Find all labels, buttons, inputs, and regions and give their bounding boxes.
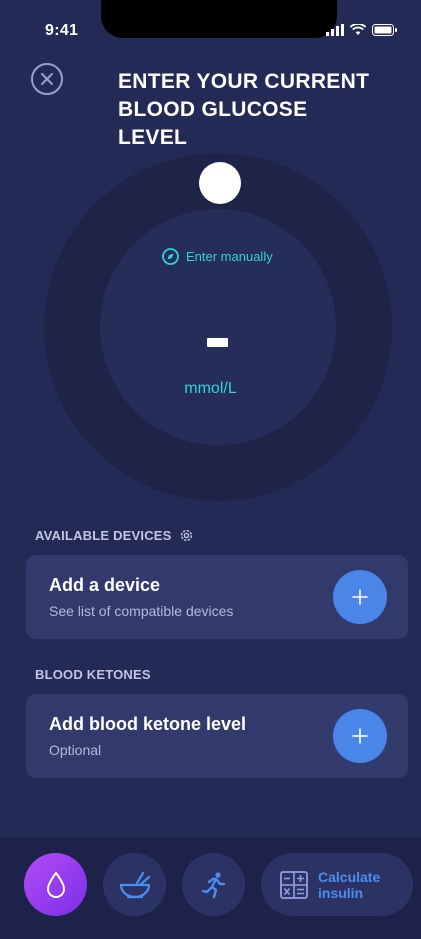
plus-icon	[352, 728, 368, 744]
calculate-insulin-label: Calculate insulin	[318, 868, 381, 901]
nav-activity-button[interactable]	[182, 853, 245, 916]
signal-icon	[326, 24, 344, 36]
gear-icon[interactable]	[179, 528, 194, 543]
close-icon	[41, 73, 53, 85]
glucose-unit: mmol/L	[184, 380, 237, 397]
available-devices-label: AVAILABLE DEVICES	[35, 528, 172, 543]
page-title: ENTER YOUR CURRENT BLOOD GLUCOSE LEVEL	[118, 70, 370, 149]
calculator-icon	[280, 870, 308, 899]
blood-ketones-heading: BLOOD KETONES	[35, 667, 151, 682]
plus-icon	[352, 589, 368, 605]
add-ketone-title: Add blood ketone level	[49, 714, 247, 734]
add-ketone-subtitle: Optional	[49, 742, 102, 758]
glucose-value	[207, 338, 228, 347]
glucose-dial-center	[100, 209, 336, 445]
wifi-icon	[350, 24, 366, 35]
close-button[interactable]	[31, 63, 63, 95]
nav-meal-button[interactable]	[103, 853, 166, 916]
add-device-card[interactable]: Add a device See list of compatible devi…	[26, 555, 408, 639]
food-bowl-icon	[119, 871, 150, 898]
enter-manually-link[interactable]: Enter manually	[162, 248, 273, 265]
dial-knob[interactable]	[199, 162, 241, 204]
add-ketone-card[interactable]: Add blood ketone level Optional	[26, 694, 408, 778]
compass-edit-icon	[162, 248, 179, 265]
add-device-title: Add a device	[49, 575, 161, 595]
running-person-icon	[201, 871, 225, 898]
status-time: 9:41	[45, 22, 79, 39]
add-device-button[interactable]	[333, 570, 387, 624]
nav-glucose-button[interactable]	[24, 853, 87, 916]
calculate-insulin-button[interactable]: Calculate insulin	[261, 853, 413, 916]
enter-manually-label: Enter manually	[186, 249, 273, 264]
available-devices-heading: AVAILABLE DEVICES	[35, 528, 194, 543]
blood-drop-icon	[46, 871, 65, 898]
blood-ketones-label: BLOOD KETONES	[35, 667, 151, 682]
add-device-subtitle: See list of compatible devices	[49, 603, 234, 619]
battery-icon	[372, 24, 397, 36]
add-ketone-button[interactable]	[333, 709, 387, 763]
status-icons	[326, 24, 397, 36]
device-notch	[101, 0, 337, 38]
